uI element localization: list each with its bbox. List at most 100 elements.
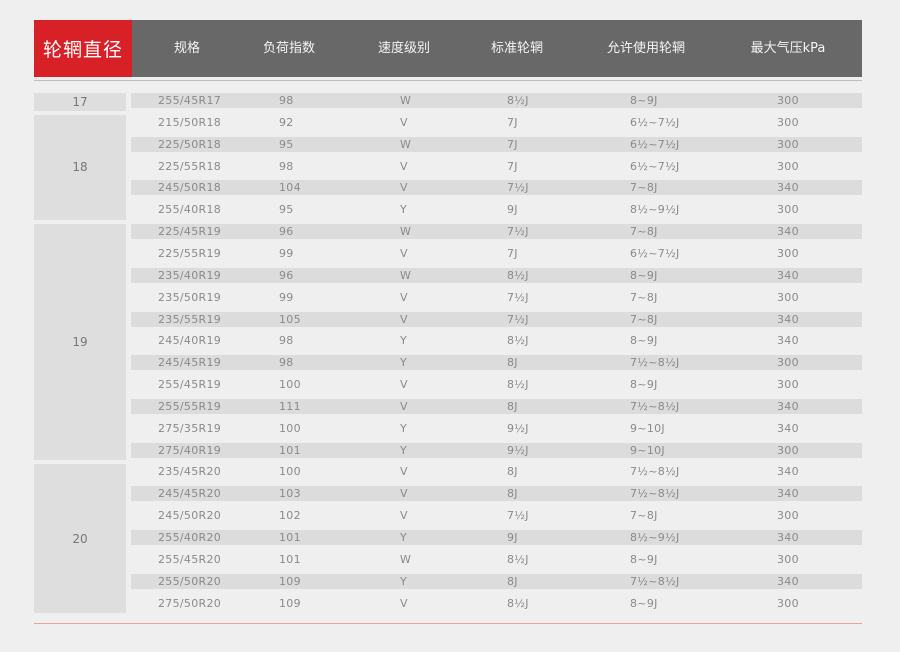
standard-rim-cell: 7J [507,159,518,173]
standard-rim-cell: 8J [507,356,518,370]
speed-rating-cell: W [400,552,412,566]
spec-cell: 245/50R18 [158,181,222,195]
spec-page: 轮辋直径 规格 负荷指数 速度级别 标准轮辋 允许使用轮辋 最大气压kPa 17… [0,0,900,652]
standard-rim-cell: 9J [507,531,518,544]
standard-rim-cell: 9J [507,203,518,217]
table-row: 255/55R19 111 V 8J 7½~8½J 340 [131,398,862,414]
spec-cell: 235/45R20 [158,465,222,479]
load-index-cell: 98 [279,356,294,370]
max-pressure-cell: 340 [777,334,799,348]
load-index-cell: 100 [279,378,301,392]
load-index-cell: 95 [279,137,294,151]
speed-rating-cell: V [400,290,408,304]
header-rim-diameter: 轮辋直径 [34,20,132,77]
standard-rim-cell: 8½J [507,596,529,610]
load-index-cell: 101 [279,552,301,566]
spec-cell: 245/50R20 [158,509,222,523]
load-index-cell: 109 [279,596,301,610]
table-row: 225/45R19 96 W 7½J 7~8J 340 [131,224,862,240]
table-row: 235/45R20 100 V 8J 7½~8½J 340 [131,464,862,479]
max-pressure-cell: 340 [777,225,799,239]
table-row: 255/40R18 95 Y 9J 8½~9½J 300 [131,202,862,217]
load-index-cell: 104 [279,181,301,195]
standard-rim-cell: 7½J [507,181,529,195]
table-row: 275/50R20 109 V 8½J 8~9J 300 [131,596,862,611]
max-pressure-cell: 340 [777,574,799,588]
max-pressure-cell: 340 [777,399,799,413]
max-pressure-cell: 340 [777,531,799,544]
allowed-rim-cell: 7~8J [630,312,658,326]
max-pressure-cell: 300 [777,443,799,457]
allowed-rim-cell: 8~9J [630,94,658,107]
standard-rim-cell: 7½J [507,509,529,523]
speed-rating-cell: W [400,268,412,282]
load-index-cell: 102 [279,509,301,523]
header-speed-rating: 速度级别 [377,41,431,56]
allowed-rim-cell: 7½~8½J [630,487,680,501]
max-pressure-cell: 300 [777,203,799,217]
load-index-cell: 101 [279,531,301,544]
speed-rating-cell: W [400,225,412,239]
speed-rating-cell: Y [400,334,408,348]
standard-rim-cell: 7½J [507,225,529,239]
allowed-rim-cell: 7½~8½J [630,399,680,413]
max-pressure-cell: 340 [777,181,799,195]
speed-rating-cell: Y [400,574,408,588]
max-pressure-cell: 340 [777,487,799,501]
max-pressure-cell: 300 [777,290,799,304]
header-spec: 规格 [173,41,201,56]
speed-rating-cell: Y [400,443,408,457]
table-row: 245/45R19 98 Y 8J 7½~8½J 300 [131,355,862,371]
allowed-rim-cell: 9~10J [630,421,665,435]
table-row: 255/45R20 101 W 8½J 8~9J 300 [131,552,862,567]
load-index-cell: 98 [279,334,294,348]
standard-rim-cell: 8J [507,399,518,413]
table-row: 235/55R19 105 V 7½J 7~8J 340 [131,311,862,327]
table-row: 235/50R19 99 V 7½J 7~8J 300 [131,290,862,305]
rim-diameter-group: 20 [34,464,126,614]
speed-rating-cell: V [400,159,408,173]
load-index-cell: 109 [279,574,301,588]
speed-rating-cell: V [400,312,408,326]
spec-cell: 225/45R19 [158,225,222,239]
table-header: 轮辋直径 规格 负荷指数 速度级别 标准轮辋 允许使用轮辋 最大气压kPa [34,20,862,77]
speed-rating-cell: Y [400,421,408,435]
max-pressure-cell: 300 [777,137,799,151]
spec-cell: 255/45R19 [158,378,222,392]
spec-cell: 275/50R20 [158,596,222,610]
speed-rating-cell: V [400,399,408,413]
standard-rim-cell: 9½J [507,443,529,457]
load-index-cell: 101 [279,443,301,457]
standard-rim-cell: 7J [507,246,518,260]
spec-cell: 255/45R17 [158,94,222,107]
allowed-rim-cell: 7½~8½J [630,465,680,479]
allowed-rim-cell: 8~9J [630,268,658,282]
max-pressure-cell: 340 [777,465,799,479]
load-index-cell: 96 [279,268,294,282]
allowed-rim-cell: 8~9J [630,378,658,392]
allowed-rim-cell: 6½~7½J [630,159,680,173]
allowed-rim-cell: 7~8J [630,181,658,195]
speed-rating-cell: Y [400,203,408,217]
max-pressure-cell: 300 [777,246,799,260]
spec-cell: 225/55R18 [158,159,222,173]
spec-cell: 255/40R20 [158,531,222,544]
standard-rim-cell: 7½J [507,290,529,304]
standard-rim-cell: 8J [507,465,518,479]
table-row: 255/50R20 109 Y 8J 7½~8½J 340 [131,573,862,589]
allowed-rim-cell: 8~9J [630,334,658,348]
standard-rim-cell: 8½J [507,378,529,392]
table-row: 245/50R18 104 V 7½J 7~8J 340 [131,180,862,196]
load-index-cell: 95 [279,203,294,217]
rim-diameter-group: 17 [34,93,126,111]
speed-rating-cell: W [400,94,412,107]
allowed-rim-cell: 8~9J [630,552,658,566]
table-row: 245/45R20 103 V 8J 7½~8½J 340 [131,486,862,502]
spec-cell: 215/50R18 [158,115,222,129]
load-index-cell: 96 [279,225,294,239]
allowed-rim-cell: 7½~8½J [630,356,680,370]
speed-rating-cell: V [400,487,408,501]
spec-cell: 275/40R19 [158,443,222,457]
standard-rim-cell: 8½J [507,94,529,107]
max-pressure-cell: 300 [777,159,799,173]
